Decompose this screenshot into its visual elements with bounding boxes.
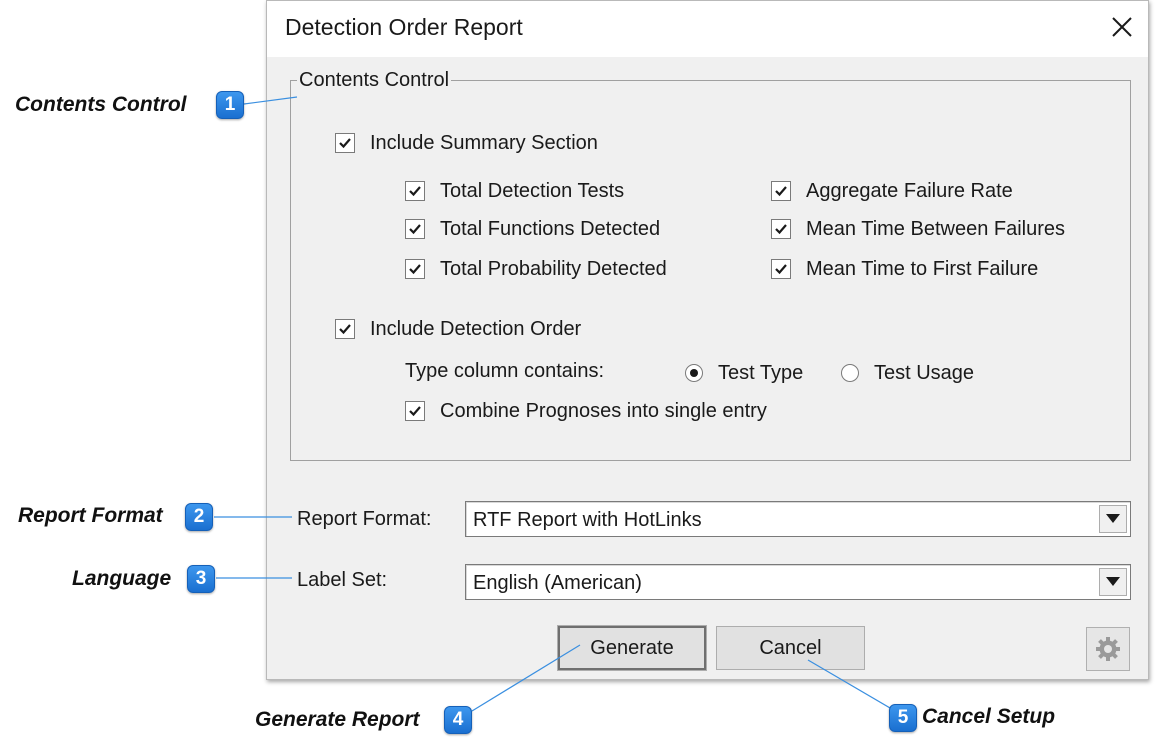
callout-badge-5: 5 [889, 704, 917, 732]
callout-text-3: Language [72, 567, 172, 590]
callout-text-5: Cancel Setup [922, 705, 1056, 728]
callout-badge-1: 1 [216, 91, 244, 119]
callout-text-2: Report Format [18, 504, 163, 527]
callout-text-4: Generate Report [255, 708, 420, 731]
leader-line-4 [471, 644, 581, 712]
callout-badge-4: 4 [444, 706, 472, 734]
leader-line-1 [243, 96, 298, 105]
callout-text-1: Contents Control [15, 93, 187, 116]
callout-badge-3: 3 [187, 565, 215, 593]
callout-badge-2: 2 [185, 503, 213, 531]
leader-line-5 [807, 659, 891, 709]
